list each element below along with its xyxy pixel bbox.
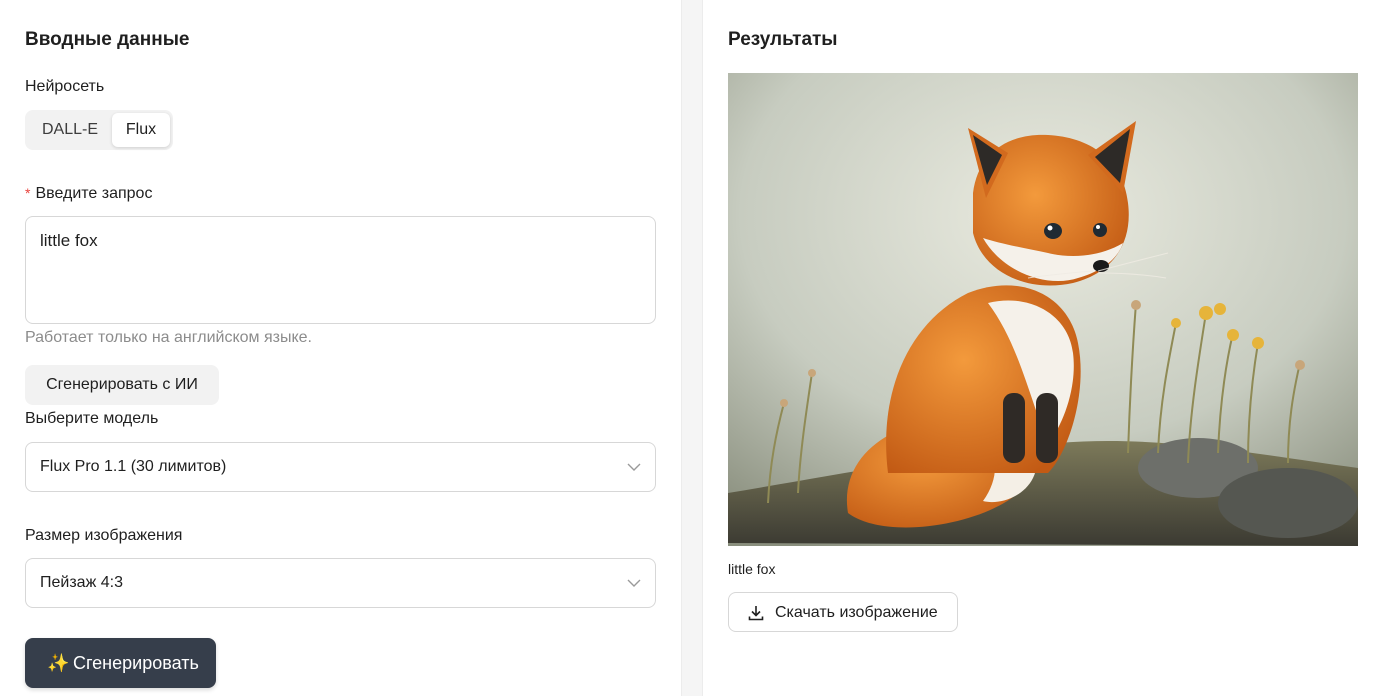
model-label: Выберите модель <box>25 410 159 427</box>
image-caption: little fox <box>728 561 776 577</box>
model-select-value: Flux Pro 1.1 (30 лимитов) <box>40 458 227 475</box>
generate-button-label: Сгенерировать <box>73 653 199 673</box>
network-option-dalle[interactable]: DALL-E <box>29 113 111 147</box>
size-select-value: Пейзаж 4:3 <box>40 574 123 591</box>
generated-image <box>728 73 1358 546</box>
chevron-down-icon <box>627 463 641 471</box>
chevron-down-icon <box>627 579 641 587</box>
model-select[interactable]: Flux Pro 1.1 (30 лимитов) <box>25 442 656 492</box>
required-mark: * <box>25 185 31 201</box>
prompt-label-text: Введите запрос <box>35 185 153 202</box>
generate-button[interactable]: ✨ Сгенерировать <box>25 638 216 688</box>
network-option-flux[interactable]: Flux <box>112 113 170 147</box>
ai-generate-button[interactable]: Сгенерировать с ИИ <box>25 365 219 405</box>
network-label: Нейросеть <box>25 78 105 95</box>
sparkle-icon: ✨ <box>47 653 70 673</box>
result-panel-title: Результаты <box>728 29 838 50</box>
download-button[interactable]: Скачать изображение <box>728 592 958 632</box>
network-segmented-control: DALL-E Flux <box>25 110 173 150</box>
prompt-hint: Работает только на английском языке. <box>25 329 312 346</box>
fox-illustration <box>728 73 1358 546</box>
input-panel-title: Вводные данные <box>25 29 190 50</box>
prompt-input[interactable] <box>25 216 656 324</box>
size-select[interactable]: Пейзаж 4:3 <box>25 558 656 608</box>
download-button-label: Скачать изображение <box>775 604 938 621</box>
prompt-label: * Введите запрос <box>25 185 152 203</box>
size-label: Размер изображения <box>25 527 183 544</box>
download-icon <box>748 606 764 621</box>
